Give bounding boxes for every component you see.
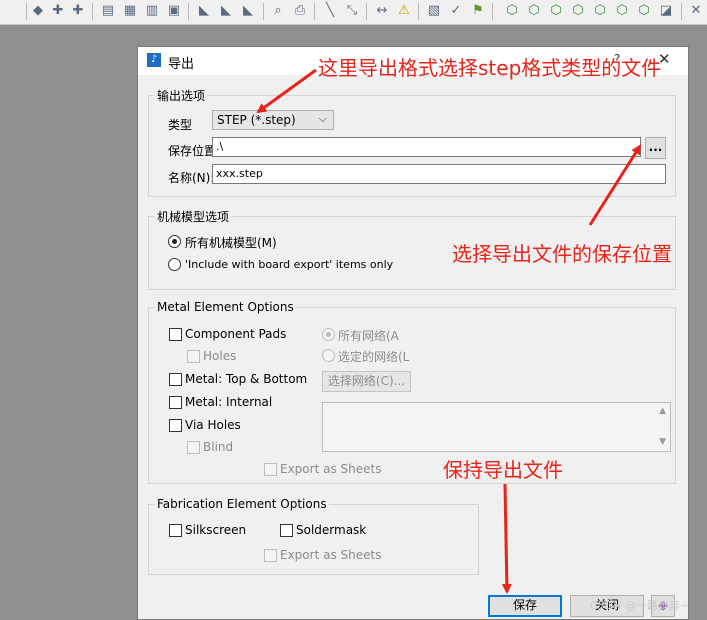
all-models-label[interactable]: 所有机械模型(M) xyxy=(185,234,277,251)
metal-top-bottom-label[interactable]: Metal: Top & Bottom xyxy=(185,372,307,386)
toolbar-separator xyxy=(26,3,27,20)
selected-nets-label[interactable]: 选定的网络(L xyxy=(338,348,409,365)
scroll-up-icon[interactable]: ▲ xyxy=(659,406,666,416)
metal-export-sheets-label[interactable]: Export as Sheets xyxy=(280,462,381,476)
view-3d-icon[interactable]: ◪ xyxy=(658,3,674,19)
location-annotation: 选择导出文件的保存位置 xyxy=(452,242,672,266)
toolbar-separator xyxy=(418,3,419,20)
view-front-icon[interactable]: ⬡ xyxy=(526,3,542,19)
flag-icon[interactable]: ⚑ xyxy=(470,3,486,19)
soldermask-label[interactable]: Soldermask xyxy=(296,523,366,537)
view-left-icon[interactable]: ⬡ xyxy=(614,3,630,19)
warning-icon[interactable]: ⚠ xyxy=(396,3,412,19)
selected-nets-radio[interactable] xyxy=(322,349,335,362)
measure-icon[interactable]: ⤡ xyxy=(344,3,360,19)
mech-options-legend: 机械模型选项 xyxy=(157,210,230,224)
toolbar-separator xyxy=(681,3,682,20)
select-nets-button[interactable]: 选择网络(C)... xyxy=(322,371,411,392)
location-input[interactable]: .\ xyxy=(212,137,641,157)
name-input[interactable]: xxx.step xyxy=(212,164,666,184)
metal-options-legend: Metal Element Options xyxy=(157,300,294,314)
find-icon[interactable]: ⌕ xyxy=(270,3,286,19)
view-right-icon[interactable]: ⬡ xyxy=(636,3,652,19)
toolbar-separator xyxy=(492,3,493,20)
app-icon: ♪ xyxy=(147,53,161,67)
metal-export-sheets-checkbox[interactable] xyxy=(264,463,277,476)
silkscreen-checkbox[interactable] xyxy=(169,524,182,537)
save-button[interactable]: 保存 xyxy=(488,595,562,617)
include-items-radio[interactable] xyxy=(168,258,181,271)
fab-options-legend: Fabrication Element Options xyxy=(157,497,327,511)
layers-icon[interactable]: ▦ xyxy=(122,3,138,19)
silkscreen-label[interactable]: Silkscreen xyxy=(185,523,246,537)
route2-icon[interactable]: ◣ xyxy=(218,3,234,19)
location-label: 保存位置 xyxy=(168,144,217,158)
snap2-icon[interactable]: ✚ xyxy=(70,3,86,19)
net-listbox[interactable]: ▲ ▼ xyxy=(322,402,671,452)
type-select[interactable]: STEP (*.step) ⌵ xyxy=(212,110,334,130)
via-holes-label[interactable]: Via Holes xyxy=(185,418,241,432)
properties-icon[interactable]: ▤ xyxy=(100,3,116,19)
snap-icon[interactable]: ✚ xyxy=(50,3,66,19)
name-label: 名称(N): xyxy=(168,171,215,185)
holes-checkbox[interactable] xyxy=(187,350,200,363)
view-bottom-icon[interactable]: ⬡ xyxy=(592,3,608,19)
type-label: 类型 xyxy=(168,118,193,132)
location-input-value: .\ xyxy=(216,140,224,153)
browse-button[interactable]: ... xyxy=(645,137,666,159)
metal-internal-checkbox[interactable] xyxy=(169,396,182,409)
metal-internal-label[interactable]: Metal: Internal xyxy=(185,395,272,409)
include-items-label[interactable]: 'Include with board export' items only xyxy=(185,258,393,271)
export-dialog: ♪ 导出 ? ✕ 输出选项 类型 STEP (*.step) ⌵ 保存位置 .\… xyxy=(137,46,689,620)
verify-icon[interactable]: ✓ xyxy=(448,3,464,19)
route3-icon[interactable]: ◣ xyxy=(240,3,256,19)
ruler-icon[interactable]: ╲ xyxy=(322,3,338,19)
pin-icon[interactable]: ◆ xyxy=(30,3,46,19)
blind-checkbox[interactable] xyxy=(187,441,200,454)
toolbar-separator xyxy=(366,3,367,20)
soldermask-checkbox[interactable] xyxy=(280,524,293,537)
export-options-legend: 输出选项 xyxy=(157,89,206,103)
blind-label[interactable]: Blind xyxy=(203,440,233,454)
dimension-icon[interactable]: ↔ xyxy=(374,3,390,19)
route-icon[interactable]: ◣ xyxy=(196,3,212,19)
dialog-title: 导出 xyxy=(168,57,195,72)
close-view-icon[interactable]: ✕ xyxy=(688,3,704,19)
main-toolbar: ◆ ✚ ✚ ▤ ▦ ▥ ▣ ◣ ◣ ◣ ⌕ ⎙ ╲ ⤡ ↔ ⚠ ▧ ✓ ⚑ ⬡ … xyxy=(0,0,707,25)
fab-export-sheets-checkbox[interactable] xyxy=(264,549,277,562)
print-icon[interactable]: ⎙ xyxy=(292,3,308,19)
type-select-value: STEP (*.step) xyxy=(217,113,296,127)
view-iso-icon[interactable]: ⬡ xyxy=(504,3,520,19)
watermark: CSDN @一路奔奔~ xyxy=(590,599,690,612)
scroll-down-icon[interactable]: ▼ xyxy=(659,437,666,447)
all-models-radio[interactable] xyxy=(168,235,181,248)
name-input-value: xxx.step xyxy=(216,167,263,180)
toolbar-separator xyxy=(263,3,264,20)
holes-label[interactable]: Holes xyxy=(203,349,236,363)
toolbar-separator xyxy=(188,3,189,20)
chevron-down-icon: ⌵ xyxy=(318,112,327,125)
format-annotation: 这里导出格式选择step格式类型的文件 xyxy=(318,56,662,80)
materials-icon[interactable]: ▥ xyxy=(144,3,160,19)
all-nets-radio[interactable] xyxy=(322,328,335,341)
view-top-icon[interactable]: ⬡ xyxy=(570,3,586,19)
toolbar-separator xyxy=(92,3,93,20)
metal-top-bottom-checkbox[interactable] xyxy=(169,373,182,386)
via-holes-checkbox[interactable] xyxy=(169,419,182,432)
toolbar-separator xyxy=(314,3,315,20)
report-icon[interactable]: ▧ xyxy=(426,3,442,19)
component-pads-checkbox[interactable] xyxy=(169,328,182,341)
component-pads-label[interactable]: Component Pads xyxy=(185,327,286,341)
view-back-icon[interactable]: ⬡ xyxy=(548,3,564,19)
all-nets-label[interactable]: 所有网络(A xyxy=(338,327,399,344)
library-icon[interactable]: ▣ xyxy=(166,3,182,19)
fab-export-sheets-label[interactable]: Export as Sheets xyxy=(280,548,381,562)
save-annotation: 保持导出文件 xyxy=(443,458,563,482)
